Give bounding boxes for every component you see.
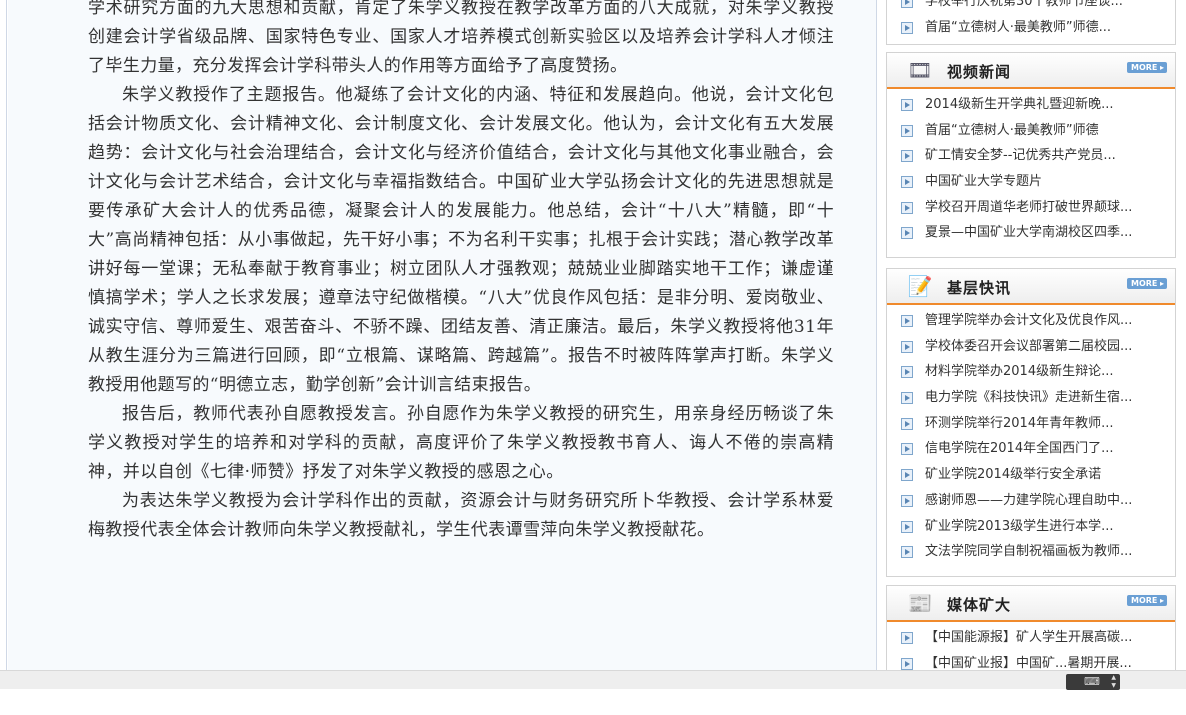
news-link[interactable]: 【中国矿业报】中国矿...暑期开展... bbox=[925, 655, 1165, 670]
film-reel-icon: 🎞 bbox=[907, 58, 933, 82]
arrow-bullet-icon bbox=[901, 124, 913, 137]
grassroots-news-list: 管理学院举办会计文化及优良作风... 学校体委召开会议部署第二届校园... 材料… bbox=[887, 305, 1175, 566]
article-content: 学术研究方面的九大思想和贡献，肯定了朱学义教授在教学改革方面的八大成就，对朱学义… bbox=[88, 0, 834, 545]
arrow-bullet-icon bbox=[901, 21, 913, 34]
news-link[interactable]: 夏景—中国矿业大学南湖校区四季... bbox=[925, 224, 1165, 242]
article-paragraph-1: 学术研究方面的九大思想和贡献，肯定了朱学义教授在教学改革方面的八大成就，对朱学义… bbox=[88, 0, 834, 76]
arrow-bullet-icon bbox=[901, 176, 913, 189]
arrow-bullet-icon bbox=[901, 150, 913, 163]
media-news-box: 📰 媒体矿大 MORE 【中国能源报】矿人学生开展高碳... 【中国矿业报】中国… bbox=[886, 585, 1176, 670]
news-link[interactable]: 矿业学院2014级举行安全承诺 bbox=[925, 466, 1165, 484]
arrow-bullet-icon bbox=[901, 443, 913, 456]
list-item: 矿工情安全梦--记优秀共产党员... bbox=[887, 144, 1175, 170]
keyboard-icon: ⌨ bbox=[1084, 675, 1100, 688]
page: 学术研究方面的九大思想和贡献，肯定了朱学义教授在教学改革方面的八大成就，对朱学义… bbox=[0, 0, 1186, 670]
news-link[interactable]: 首届“立德树人·最美教师”师德 bbox=[925, 122, 1165, 140]
video-news-list: 2014级新生开学典礼暨迎新晚... 首届“立德树人·最美教师”师德 矿工情安全… bbox=[887, 89, 1175, 247]
newspaper-icon: 📰 bbox=[907, 591, 933, 615]
list-item: 文法学院同学自制祝福画板为教师... bbox=[887, 540, 1175, 566]
bottom-status-bar: ⌨ ▲ ▼ bbox=[0, 670, 1186, 690]
list-item: 矿业学院2014级举行安全承诺 bbox=[887, 463, 1175, 489]
article-paragraph-4: 为表达朱学义教授为会计学科作出的贡献，资源会计与财务研究所卜华教授、会计学系林爱… bbox=[88, 491, 834, 540]
article-body: 学术研究方面的九大思想和贡献，肯定了朱学义教授在教学改革方面的八大成就，对朱学义… bbox=[8, 0, 877, 670]
article-paragraph-3: 报告后，教师代表孙自愿教授发言。孙自愿作为朱学义教授的研究生，用亲身经历畅谈了朱… bbox=[88, 404, 834, 482]
list-item: 环测学院举行2014年青年教师... bbox=[887, 412, 1175, 438]
news-link[interactable]: 【中国能源报】矿人学生开展高碳... bbox=[925, 629, 1165, 647]
left-border bbox=[6, 0, 7, 670]
arrow-bullet-icon bbox=[901, 315, 913, 327]
media-news-title: 媒体矿大 bbox=[947, 596, 1012, 614]
grassroots-news-box: 📝 基层快讯 MORE 管理学院举办会计文化及优良作风... 学校体委召开会议部… bbox=[886, 268, 1176, 577]
arrow-bullet-icon bbox=[901, 201, 913, 214]
list-item: 材料学院举办2014级新生辩论... bbox=[887, 360, 1175, 386]
arrow-bullet-icon bbox=[901, 392, 913, 405]
arrow-bullet-icon bbox=[901, 0, 913, 8]
media-news-list: 【中国能源报】矿人学生开展高碳... 【中国矿业报】中国矿...暑期开展... bbox=[887, 622, 1175, 670]
video-news-header: 🎞 视频新闻 MORE bbox=[887, 53, 1175, 89]
news-link[interactable]: 矿工情安全梦--记优秀共产党员... bbox=[925, 147, 1165, 165]
media-news-header: 📰 媒体矿大 MORE bbox=[887, 586, 1175, 622]
top-news-list: 学校举行庆祝第30个教师节座谈... 首届“立德树人·最美教师”师德... bbox=[887, 0, 1175, 41]
up-down-arrows-icon: ▲ ▼ bbox=[1111, 674, 1116, 689]
arrow-bullet-icon bbox=[901, 632, 913, 644]
news-link[interactable]: 2014级新生开学典礼暨迎新晚... bbox=[925, 96, 1165, 114]
arrow-bullet-icon bbox=[901, 469, 913, 482]
top-news-box: 学校举行庆祝第30个教师节座谈... 首届“立德树人·最美教师”师德... bbox=[886, 0, 1176, 45]
list-item: 【中国矿业报】中国矿...暑期开展... bbox=[887, 652, 1175, 670]
media-news-more-button[interactable]: MORE bbox=[1127, 595, 1167, 606]
news-link[interactable]: 文法学院同学自制祝福画板为教师... bbox=[925, 543, 1165, 561]
news-link[interactable]: 管理学院举办会计文化及优良作风... bbox=[925, 312, 1165, 330]
list-item: 【中国能源报】矿人学生开展高碳... bbox=[887, 626, 1175, 652]
news-link[interactable]: 学校召开周道华老师打破世界颠球... bbox=[925, 199, 1165, 217]
news-link[interactable]: 矿业学院2013级学生进行本学... bbox=[925, 518, 1165, 536]
arrow-bullet-icon bbox=[901, 340, 913, 353]
news-link[interactable]: 材料学院举办2014级新生辩论... bbox=[925, 363, 1165, 381]
list-item: 感谢师恩——力建学院心理自助中... bbox=[887, 489, 1175, 515]
news-link[interactable]: 感谢师恩——力建学院心理自助中... bbox=[925, 492, 1165, 510]
list-item: 学校体委召开会议部署第二届校园... bbox=[887, 335, 1175, 361]
list-item: 夏景—中国矿业大学南湖校区四季... bbox=[887, 221, 1175, 247]
news-link[interactable]: 中国矿业大学专题片 bbox=[925, 173, 1165, 191]
article-paragraph-2: 朱学义教授作了主题报告。他凝练了会计文化的内涵、特征和发展趋向。他说，会计文化包… bbox=[88, 85, 834, 395]
list-item: 信电学院在2014年全国西门了... bbox=[887, 437, 1175, 463]
news-link[interactable]: 学校体委召开会议部署第二届校园... bbox=[925, 338, 1165, 356]
video-news-box: 🎞 视频新闻 MORE 2014级新生开学典礼暨迎新晚... 首届“立德树人·最… bbox=[886, 52, 1176, 258]
list-item: 电力学院《科技快讯》走进新生宿... bbox=[887, 386, 1175, 412]
list-item: 学校召开周道华老师打破世界颠球... bbox=[887, 196, 1175, 222]
arrow-bullet-icon bbox=[901, 520, 913, 533]
arrow-bullet-icon bbox=[901, 366, 913, 379]
news-link[interactable]: 学校举行庆祝第30个教师节座谈... bbox=[925, 0, 1165, 11]
list-item: 首届“立德树人·最美教师”师德... bbox=[887, 16, 1175, 42]
keyboard-toggle[interactable]: ⌨ ▲ ▼ bbox=[1066, 674, 1120, 690]
notepad-pencil-icon: 📝 bbox=[907, 274, 933, 298]
list-item: 学校举行庆祝第30个教师节座谈... bbox=[887, 0, 1175, 16]
video-news-more-button[interactable]: MORE bbox=[1127, 62, 1167, 73]
list-item: 2014级新生开学典礼暨迎新晚... bbox=[887, 93, 1175, 119]
arrow-bullet-icon bbox=[901, 546, 913, 559]
sidebar: 学校举行庆祝第30个教师节座谈... 首届“立德树人·最美教师”师德... 🎞 … bbox=[886, 0, 1176, 670]
list-item: 矿业学院2013级学生进行本学... bbox=[887, 515, 1175, 541]
arrow-bullet-icon bbox=[901, 494, 913, 507]
list-item: 管理学院举办会计文化及优良作风... bbox=[887, 309, 1175, 335]
grassroots-news-more-button[interactable]: MORE bbox=[1127, 278, 1167, 289]
arrow-bullet-icon bbox=[901, 657, 913, 670]
list-item: 首届“立德树人·最美教师”师德 bbox=[887, 119, 1175, 145]
grassroots-news-header: 📝 基层快讯 MORE bbox=[887, 269, 1175, 305]
news-link[interactable]: 电力学院《科技快讯》走进新生宿... bbox=[925, 389, 1165, 407]
news-link[interactable]: 信电学院在2014年全国西门了... bbox=[925, 440, 1165, 458]
news-link[interactable]: 首届“立德树人·最美教师”师德... bbox=[925, 19, 1165, 37]
arrow-bullet-icon bbox=[901, 227, 913, 240]
news-link[interactable]: 环测学院举行2014年青年教师... bbox=[925, 415, 1165, 433]
arrow-bullet-icon bbox=[901, 417, 913, 430]
video-news-title: 视频新闻 bbox=[947, 63, 1012, 81]
grassroots-news-title: 基层快讯 bbox=[947, 279, 1012, 297]
arrow-bullet-icon bbox=[901, 99, 913, 111]
list-item: 中国矿业大学专题片 bbox=[887, 170, 1175, 196]
